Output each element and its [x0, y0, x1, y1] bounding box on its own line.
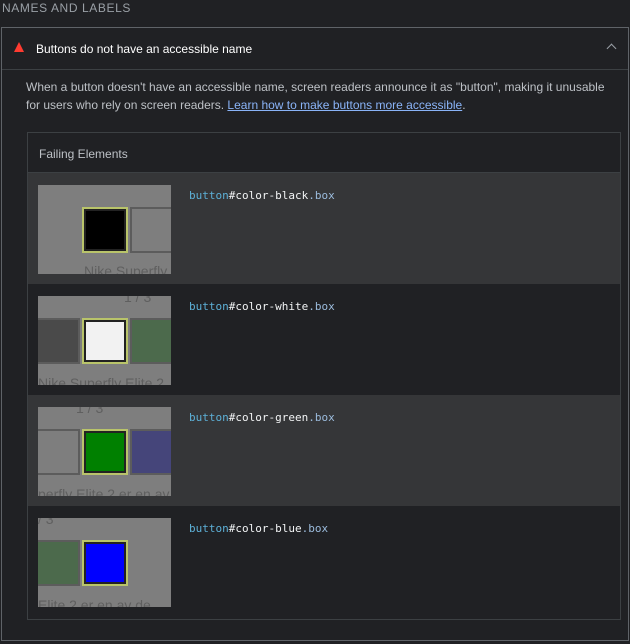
audit-title: Buttons do not have an accessible name	[36, 42, 253, 56]
selector-class: .box	[308, 189, 335, 202]
gray-swatch	[38, 429, 80, 475]
node-selector: button#color-black.box	[189, 189, 335, 202]
green-swatch	[38, 540, 80, 586]
green-swatch	[82, 429, 128, 475]
green-swatch	[130, 318, 171, 364]
thumb-counter: 1 / 3	[124, 296, 152, 305]
table-row[interactable]: / 3 Elite 2 er en av de button#color-blu…	[28, 506, 620, 617]
thumb-text: Nike Superfly Elite 2	[38, 375, 165, 385]
warning-triangle-icon	[14, 42, 24, 52]
thumb-text: Nike Superfly	[84, 263, 168, 274]
node-selector: button#color-blue.box	[189, 522, 328, 535]
thumb-counter: / 3	[38, 518, 54, 527]
selector-tag: button	[189, 189, 229, 202]
element-screenshot: Nike Superfly	[38, 185, 171, 274]
selector-class: .box	[308, 300, 335, 313]
selector-class: .box	[308, 411, 335, 424]
description-suffix: .	[462, 98, 466, 112]
thumb-text: Elite 2 er en av de	[38, 597, 151, 607]
failing-elements-table: Failing Elements Nike Superfly button#co…	[27, 132, 621, 620]
audit-header[interactable]: Buttons do not have an accessible name	[2, 28, 628, 70]
selector-tag: button	[189, 411, 229, 424]
table-row[interactable]: 1 / 3 Nike Superfly Elite 2 button#color…	[28, 284, 620, 395]
selector-id: #color-black	[228, 189, 309, 202]
dark-swatch	[38, 318, 80, 364]
node-selector: button#color-green.box	[189, 411, 335, 424]
failing-elements-header: Failing Elements	[28, 133, 620, 173]
element-screenshot: / 3 Elite 2 er en av de	[38, 518, 171, 607]
selector-id: #color-green	[228, 411, 309, 424]
learn-more-link[interactable]: Learn how to make buttons more accessibl…	[227, 98, 462, 112]
selector-id: #color-white	[228, 300, 309, 313]
table-row[interactable]: Nike Superfly button#color-black.box	[28, 173, 620, 284]
gray-swatch	[130, 207, 171, 253]
node-selector: button#color-white.box	[189, 300, 335, 313]
thumb-counter: 1 / 3	[76, 407, 104, 416]
element-screenshot: 1 / 3 Nike Superfly Elite 2	[38, 296, 171, 385]
selector-id: #color-blue	[228, 522, 302, 535]
white-swatch	[82, 318, 128, 364]
thumb-text: perfly Elite 2 er en av	[38, 486, 170, 496]
selector-class: .box	[301, 522, 329, 535]
selector-tag: button	[189, 300, 229, 313]
audit-panel: Buttons do not have an accessible name W…	[1, 27, 629, 641]
element-screenshot: 1 / 3 perfly Elite 2 er en av	[38, 407, 171, 496]
black-swatch	[82, 207, 128, 253]
audit-description: When a button doesn't have an accessible…	[26, 78, 620, 114]
selector-tag: button	[189, 522, 229, 535]
blue-swatch	[130, 429, 171, 475]
table-row[interactable]: 1 / 3 perfly Elite 2 er en av button#col…	[28, 395, 620, 506]
blue-swatch	[82, 540, 128, 586]
chevron-up-icon[interactable]	[606, 43, 617, 54]
section-title: NAMES AND LABELS	[2, 1, 131, 15]
